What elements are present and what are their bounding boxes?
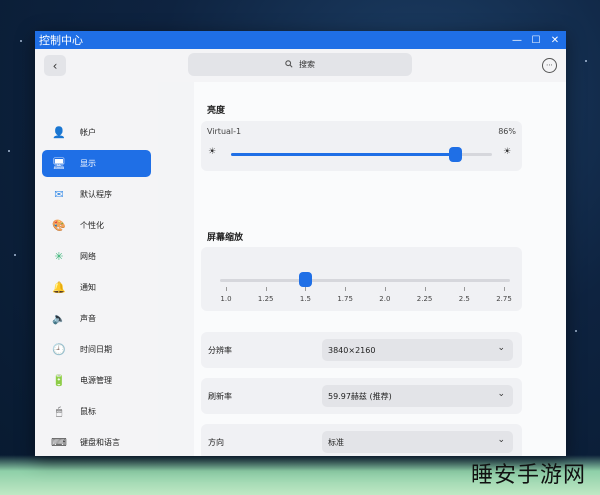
sidebar-item-label: 电源管理 <box>80 376 112 385</box>
setting-dropdown[interactable]: 标准 ⌄ <box>322 431 513 453</box>
sidebar-item-label: 帐户 <box>80 128 96 137</box>
search-placeholder: 搜索 <box>299 60 315 69</box>
scaling-title: 屏幕缩放 <box>207 233 244 243</box>
scale-tick-mark <box>504 287 505 291</box>
keyboard-icon: ⌨ <box>51 436 67 449</box>
scale-tick-mark <box>345 287 347 291</box>
setting-row: 方向 标准 ⌄ <box>201 424 522 456</box>
back-button[interactable]: ‹ <box>44 55 66 76</box>
more-icon: ⋯ <box>546 61 553 69</box>
personalization-icon: 🎨 <box>52 219 66 232</box>
chevron-down-icon: ⌄ <box>497 435 505 445</box>
scale-tick-mark <box>305 287 307 291</box>
sidebar-item-clock[interactable]: 🕘 时间日期 <box>42 336 151 363</box>
setting-row: 刷新率 59.97赫兹 (推荐) ⌄ <box>201 378 522 414</box>
control-center-window: 控制中心 — ☐ ✕ ‹ 搜索 ⋯ 👤 帐户 🖥 显示 ✉ 默认程序 🎨 个性化 ✳ 网络 🔔 通知 🔈… <box>35 31 566 456</box>
scale-tick-label: 1.75 <box>337 295 353 303</box>
sidebar-item-display[interactable]: 🖥 显示 <box>42 150 151 177</box>
dropdown-value: 59.97赫兹 (推荐) <box>328 391 392 401</box>
setting-dropdown[interactable]: 3840×2160 ⌄ <box>322 339 513 361</box>
clock-icon: 🕘 <box>52 343 66 356</box>
dropdown-value: 标准 <box>328 437 344 447</box>
sound-icon: 🔈 <box>52 312 66 325</box>
chevron-down-icon: ⌄ <box>497 343 505 353</box>
setting-label: 分辨率 <box>208 346 232 355</box>
background-star <box>14 254 16 256</box>
sidebar-item-network[interactable]: ✳ 网络 <box>42 243 151 270</box>
sidebar: 👤 帐户 🖥 显示 ✉ 默认程序 🎨 个性化 ✳ 网络 🔔 通知 🔈 声音 🕘 时间日期 🔋 电源管理 🖱 鼠标 ⌨ 键盘… <box>35 82 158 456</box>
sidebar-item-label: 显示 <box>80 159 96 168</box>
sidebar-item-label: 通知 <box>80 283 96 292</box>
sidebar-item-keyboard[interactable]: ⌨ 键盘和语言 <box>42 429 151 456</box>
watermark-text: 睡安手游网 <box>470 463 586 488</box>
scale-tick-mark <box>424 287 426 291</box>
brightness-title: 亮度 <box>207 106 226 116</box>
maximize-button[interactable]: ☐ <box>528 33 544 48</box>
sidebar-item-label: 时间日期 <box>80 345 112 354</box>
setting-label: 刷新率 <box>208 392 232 401</box>
scale-tick-label: 1.25 <box>257 295 274 303</box>
scale-tick-label: 2.0 <box>379 295 391 303</box>
display-icon: 🖥 <box>52 157 66 170</box>
background-star <box>585 60 587 62</box>
brightness-high-icon: ☀ <box>503 147 512 157</box>
network-icon: ✳ <box>54 250 64 263</box>
display-settings-panel: 亮度 Virtual-1 86% ☀ ☀ 屏幕缩放 1.0 1.25 1.5 1.75… <box>194 82 566 456</box>
window-title: 控制中心 <box>39 34 83 47</box>
setting-dropdown[interactable]: 59.97赫兹 (推荐) ⌄ <box>322 385 513 407</box>
scale-tick-mark <box>226 287 227 291</box>
setting-row: 分辨率 3840×2160 ⌄ <box>201 332 522 368</box>
minimize-button[interactable]: — <box>509 33 525 48</box>
sidebar-item-sound[interactable]: 🔈 声音 <box>42 305 151 332</box>
sidebar-item-notification[interactable]: 🔔 通知 <box>42 274 151 301</box>
notification-icon: 🔔 <box>52 281 66 294</box>
scaling-card: 1.0 1.25 1.5 1.75 2.0 2.25 2.5 2.75 <box>201 247 522 311</box>
brightness-slider-handle[interactable] <box>449 147 463 162</box>
search-input[interactable]: 搜索 <box>188 53 412 76</box>
sidebar-item-label: 个性化 <box>80 221 104 230</box>
scale-tick-mark <box>384 287 386 291</box>
setting-label: 方向 <box>208 438 224 447</box>
mouse-icon: 🖱 <box>55 404 63 418</box>
scaling-slider-handle[interactable] <box>299 272 313 287</box>
sidebar-item-label: 网络 <box>80 252 96 261</box>
scale-tick-mark <box>265 287 267 291</box>
default-apps-icon: ✉ <box>54 188 64 201</box>
sidebar-item-personalization[interactable]: 🎨 个性化 <box>42 212 151 239</box>
scale-tick-mark <box>464 287 466 291</box>
scaling-slider-track[interactable] <box>220 279 510 282</box>
brightness-percent: 86% <box>498 127 516 136</box>
brightness-slider-fill <box>231 153 456 156</box>
menu-button[interactable]: ⋯ <box>542 58 557 73</box>
sidebar-item-label: 鼠标 <box>80 407 96 416</box>
background-star <box>20 40 22 42</box>
scale-tick-label: 2.75 <box>496 295 512 303</box>
toolbar: ‹ 搜索 ⋯ <box>35 49 566 82</box>
sidebar-item-mouse[interactable]: 🖱 鼠标 <box>42 398 151 425</box>
brightness-low-icon: ☀ <box>208 147 217 157</box>
title-bar: 控制中心 — ☐ ✕ <box>35 31 566 49</box>
brightness-card: Virtual-1 86% ☀ ☀ <box>201 121 522 171</box>
chevron-down-icon: ⌄ <box>497 389 505 399</box>
scale-tick-label: 1.0 <box>220 295 232 303</box>
scale-tick-label: 1.5 <box>299 295 311 303</box>
background-star <box>575 330 577 332</box>
account-icon: 👤 <box>52 126 66 139</box>
background-star <box>8 150 10 152</box>
sidebar-item-account[interactable]: 👤 帐户 <box>42 119 151 146</box>
scale-tick-label: 2.25 <box>416 295 433 303</box>
sidebar-item-label: 声音 <box>80 314 96 323</box>
search-icon <box>285 59 293 70</box>
dropdown-value: 3840×2160 <box>328 345 376 355</box>
sidebar-item-label: 键盘和语言 <box>80 438 120 447</box>
sidebar-item-label: 默认程序 <box>80 190 112 199</box>
monitor-name: Virtual-1 <box>207 127 242 136</box>
power-icon: 🔋 <box>52 374 66 387</box>
chevron-left-icon: ‹ <box>52 58 58 73</box>
sidebar-item-power[interactable]: 🔋 电源管理 <box>42 367 151 394</box>
scale-tick-label: 2.5 <box>458 295 470 303</box>
close-button[interactable]: ✕ <box>547 33 563 48</box>
sidebar-item-default-apps[interactable]: ✉ 默认程序 <box>42 181 151 208</box>
